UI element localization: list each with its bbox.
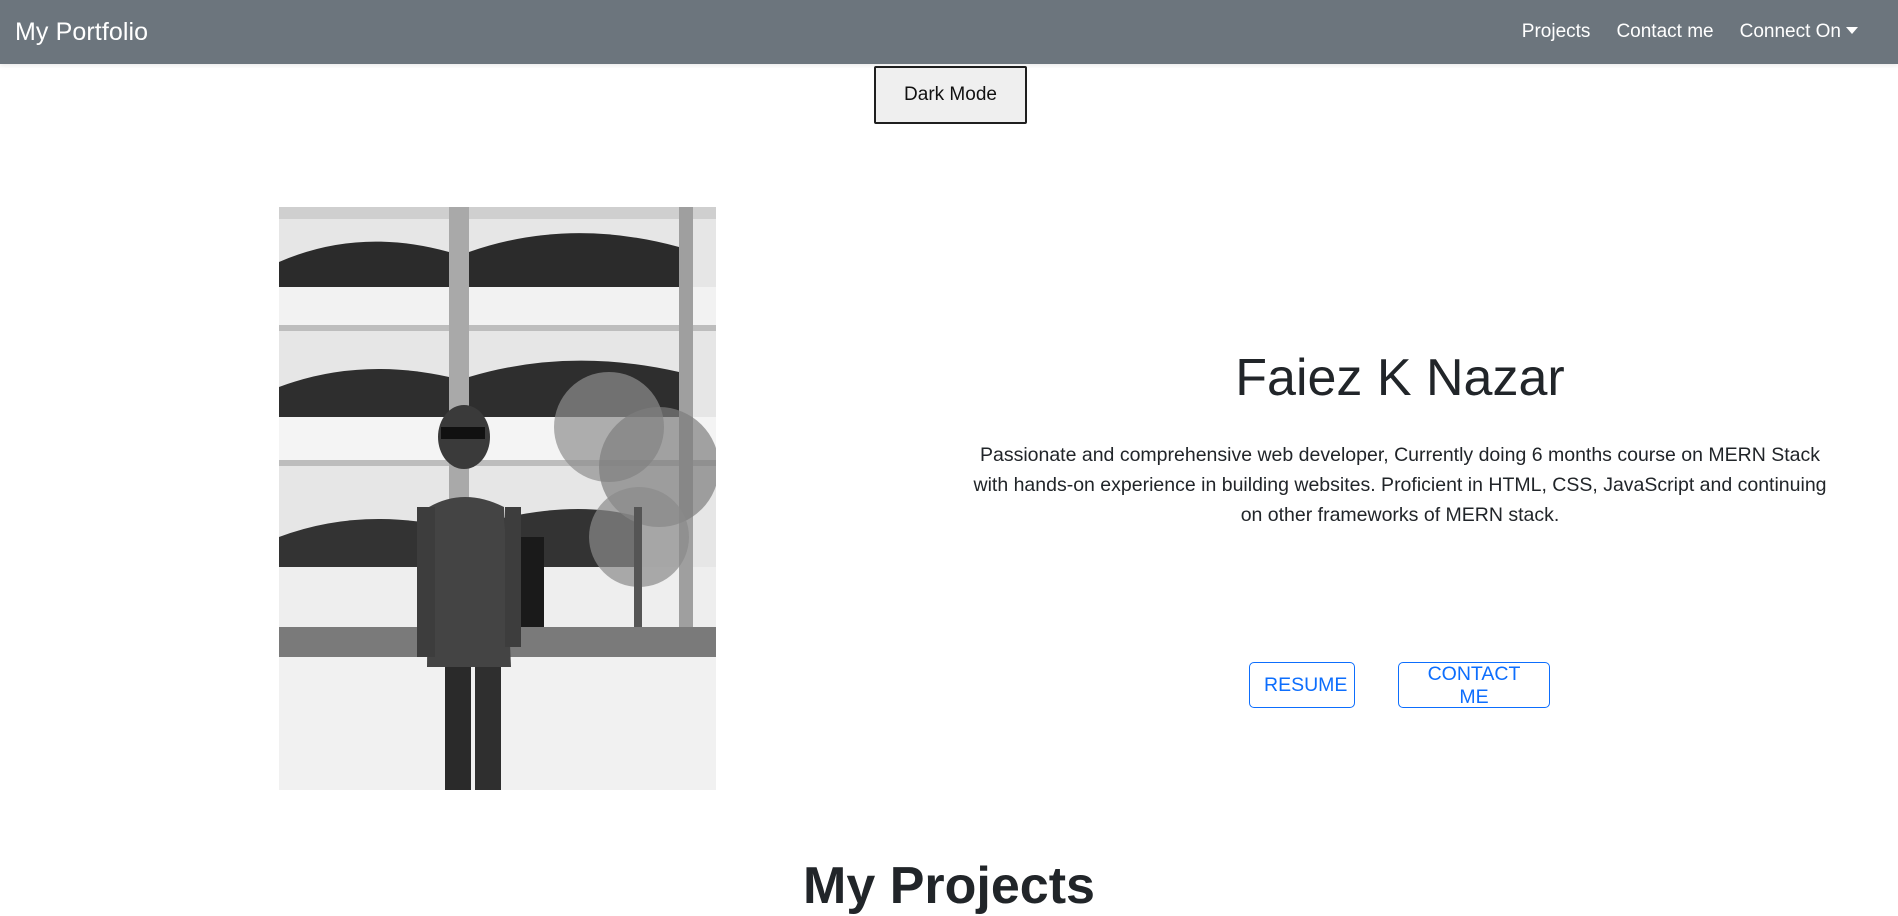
nav-link-projects[interactable]: Projects bbox=[1522, 21, 1591, 43]
hero-bio: Passionate and comprehensive web develop… bbox=[973, 444, 1827, 526]
nav-dropdown-label: Connect On bbox=[1739, 21, 1841, 42]
nav-link-contact[interactable]: Contact me bbox=[1616, 21, 1713, 43]
profile-photo bbox=[279, 207, 716, 790]
section-title-projects: My Projects bbox=[803, 857, 1095, 915]
nav-links: Projects Contact me Connect On bbox=[1522, 21, 1883, 43]
contact-me-button[interactable]: CONTACT ME bbox=[1398, 662, 1550, 708]
resume-button[interactable]: RESUME bbox=[1249, 662, 1355, 708]
brand-link[interactable]: My Portfolio bbox=[15, 18, 148, 47]
dark-mode-button[interactable]: Dark Mode bbox=[874, 66, 1027, 124]
nav-dropdown-connect[interactable]: Connect On bbox=[1740, 21, 1858, 43]
hero-name: Faiez K Nazar bbox=[1235, 349, 1565, 407]
navbar: My Portfolio Projects Contact me Connect… bbox=[0, 0, 1898, 64]
caret-down-icon bbox=[1846, 27, 1858, 34]
